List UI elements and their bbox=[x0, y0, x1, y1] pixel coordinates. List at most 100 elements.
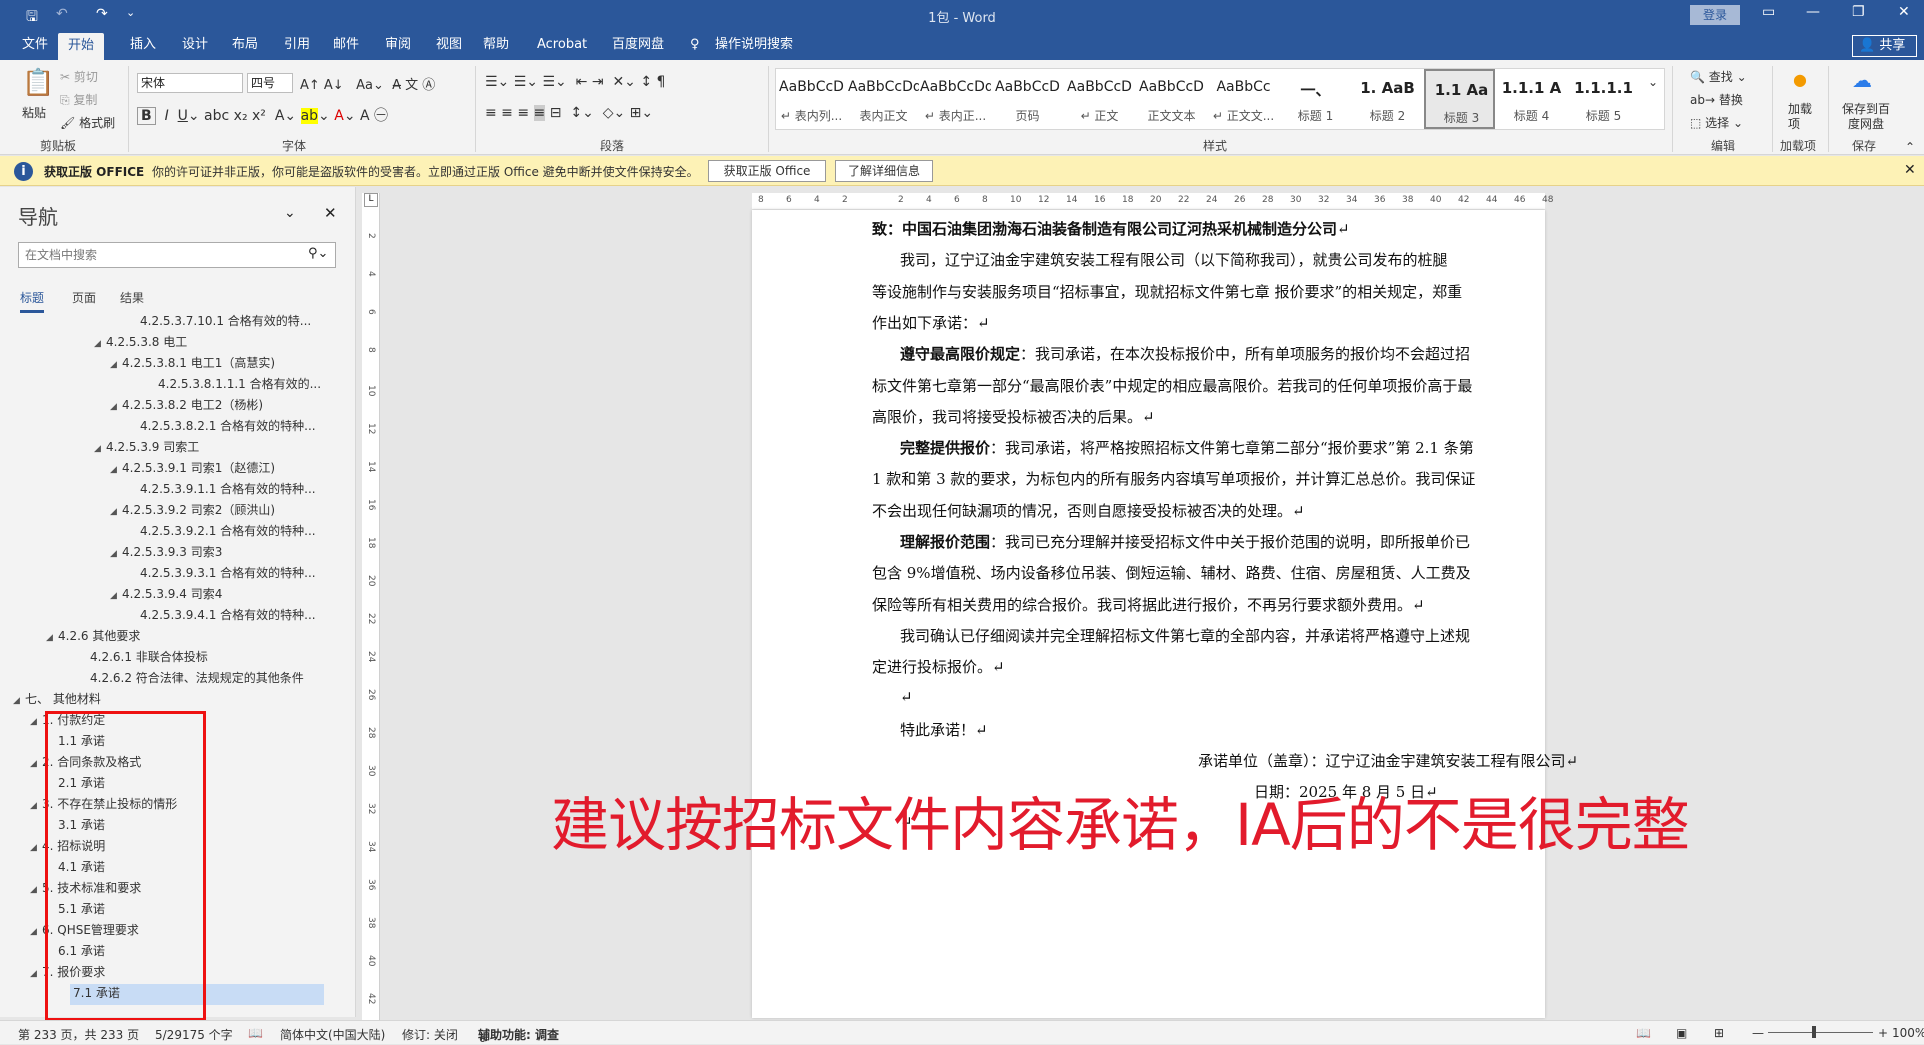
nav-heading-item[interactable]: ◢ 4.2.5.3.9.4 司索4 bbox=[0, 585, 330, 606]
style-item[interactable]: AaBbCcDd 表内正文 bbox=[848, 69, 919, 129]
save-to-baidu-button[interactable]: 保存到百度网盘 bbox=[1838, 102, 1894, 132]
tell-me-icon[interactable]: ♀ bbox=[690, 30, 700, 60]
nav-options-icon[interactable]: ⌄ bbox=[284, 205, 296, 221]
styles-scroll-icon[interactable]: ⌄ bbox=[1648, 75, 1658, 89]
tab-1[interactable]: 开始 bbox=[58, 33, 105, 60]
style-item[interactable]: AaBbCcD ↵ 正文 bbox=[1064, 69, 1135, 129]
nav-heading-item[interactable]: ◢ 七、 其他材料 bbox=[0, 690, 330, 711]
expand-icon[interactable]: ◢ bbox=[13, 696, 25, 706]
font-size-box[interactable]: 四号 bbox=[247, 73, 293, 93]
nav-heading-item[interactable]: 4.2.5.3.8.2.1 合格有效的特种... bbox=[0, 417, 330, 438]
expand-icon[interactable]: ◢ bbox=[30, 801, 42, 811]
addins-icon[interactable]: ● bbox=[1793, 70, 1807, 89]
tab-9[interactable]: 帮助 bbox=[483, 30, 509, 60]
nav-heading-item[interactable]: ◢ 4.2.5.3.9.1 司索1（赵德江) bbox=[0, 459, 330, 480]
zoom-slider[interactable] bbox=[1768, 1032, 1873, 1033]
tab-0[interactable]: 文件 bbox=[22, 30, 48, 60]
tab-4[interactable]: 布局 bbox=[232, 30, 258, 60]
font-format-buttons[interactable]: B I U⌄ abc x₂ x² A⌄ ab⌄ A⌄ A ㊀ bbox=[137, 105, 388, 125]
expand-icon[interactable]: ◢ bbox=[110, 591, 122, 601]
tab-5[interactable]: 引用 bbox=[284, 30, 310, 60]
zoom-level[interactable]: 100% bbox=[1892, 1026, 1924, 1040]
share-button[interactable]: 👤 共享 ⌄ bbox=[1852, 35, 1917, 73]
nav-heading-item[interactable]: 4.2.5.3.9.1.1 合格有效的特种... bbox=[0, 480, 330, 501]
replace-button[interactable]: ab→ 替换 bbox=[1690, 91, 1743, 108]
paste-icon[interactable]: 📋 bbox=[22, 68, 54, 98]
tab-6[interactable]: 邮件 bbox=[333, 30, 359, 60]
expand-icon[interactable]: ◢ bbox=[110, 360, 122, 370]
tell-me-search[interactable]: 操作说明搜索 bbox=[715, 30, 793, 60]
copy-button[interactable]: ⎘ 复制 bbox=[60, 91, 97, 108]
document-paragraph-line[interactable]: 承诺单位（盖章）：辽宁辽油金宇建筑安装工程有限公司↵ bbox=[1198, 750, 1578, 771]
tab-2[interactable]: 插入 bbox=[130, 30, 156, 60]
document-paragraph-line[interactable]: 1 款和第 3 款的要求，为标包内的所有服务内容填写单项报价，并计算汇总总价。我… bbox=[872, 468, 1475, 489]
print-layout-icon[interactable]: ▣ bbox=[1676, 1026, 1687, 1040]
nav-heading-item[interactable]: ◢ 4.2.5.3.9.2 司索2（顾洪山) bbox=[0, 501, 330, 522]
style-item[interactable]: AaBbCcD ↵ 表内列... bbox=[776, 69, 847, 129]
close-window-icon[interactable]: ✕ bbox=[1898, 4, 1910, 20]
nav-tab-2[interactable]: 结果 bbox=[120, 289, 144, 306]
proofing-icon[interactable]: 📖 bbox=[248, 1026, 263, 1040]
document-paragraph-line[interactable]: 标文件第七章第一部分“最高限价表”中规定的相应最高限价。若我司的任何单项报价高于… bbox=[872, 375, 1472, 396]
format-painter-button[interactable]: 🖌 格式刷 bbox=[60, 114, 115, 131]
document-paragraph-line[interactable]: 致：中国石油集团渤海石油装备制造有限公司辽河热采机械制造分公司↵ bbox=[872, 218, 1350, 239]
nav-heading-item[interactable]: ◢ 4.2.5.3.8.1 电工1（高慧实) bbox=[0, 354, 330, 375]
collapse-ribbon-icon[interactable]: ⌃ bbox=[1905, 140, 1915, 154]
expand-icon[interactable]: ◢ bbox=[46, 633, 58, 643]
zoom-thumb[interactable] bbox=[1812, 1026, 1816, 1038]
nav-heading-item[interactable]: ◢ 4.2.6 其他要求 bbox=[0, 627, 330, 648]
track-changes[interactable]: 修订: 关闭 bbox=[402, 1026, 458, 1043]
document-paragraph-line[interactable]: 等设施制作与安装服务项目“招标事宜，现就招标文件第七章 报价要求”的相关规定，郑… bbox=[872, 281, 1462, 302]
zoom-in-icon[interactable]: + bbox=[1878, 1026, 1888, 1040]
document-paragraph-line[interactable]: 作出如下承诺：↵ bbox=[872, 312, 990, 333]
expand-icon[interactable]: ◢ bbox=[110, 402, 122, 412]
list-buttons[interactable]: ☰⌄ ☰⌄ ☰⌄ ⇤ ⇥ ✕⌄ ↕ ¶ bbox=[485, 74, 665, 90]
style-item[interactable]: AaBbCcD 页码 bbox=[992, 69, 1063, 129]
document-page[interactable]: 致：中国石油集团渤海石油装备制造有限公司辽河热采机械制造分公司↵ 我司，辽宁辽油金… bbox=[752, 210, 1578, 1018]
nav-heading-item[interactable]: 4.2.6.2 符合法律、法规规定的其他条件 bbox=[0, 669, 330, 690]
style-item[interactable]: AaBbCcD 正文文本 bbox=[1136, 69, 1207, 129]
expand-icon[interactable]: ◢ bbox=[94, 444, 106, 454]
nav-heading-item[interactable]: ◢ 4.2.5.3.9.3 司索3 bbox=[0, 543, 330, 564]
tab-10[interactable]: Acrobat bbox=[537, 30, 587, 60]
nav-heading-item[interactable]: 4.2.5.3.9.2.1 合格有效的特种... bbox=[0, 522, 330, 543]
document-paragraph-line[interactable]: 我司，辽宁辽油金宇建筑安装工程有限公司（以下简称我司），就贵公司发布的桩腿 bbox=[900, 249, 1448, 270]
close-nav-icon[interactable]: ✕ bbox=[324, 204, 337, 222]
expand-icon[interactable]: ◢ bbox=[30, 843, 42, 853]
style-item[interactable]: 1.1 Aa 标题 3 bbox=[1424, 69, 1495, 129]
select-button[interactable]: ⬚ 选择 ⌄ bbox=[1690, 114, 1743, 131]
nav-heading-item[interactable]: 4.2.5.3.8.1.1.1 合格有效的... bbox=[0, 375, 330, 396]
baidu-cloud-icon[interactable]: ☁ bbox=[1852, 68, 1872, 92]
nav-heading-item[interactable]: ◢ 4.2.5.3.9 司索工 bbox=[0, 438, 330, 459]
nav-search-input[interactable]: 在文档中搜索 bbox=[18, 242, 336, 268]
font-size-buttons[interactable]: A↑ A↓ Aa⌄ A̶ 文 Ⓐ bbox=[300, 74, 435, 93]
nav-heading-item[interactable]: 4.2.5.3.7.10.1 合格有效的特... bbox=[0, 312, 330, 333]
document-paragraph-line[interactable]: 高限价，我司将接受投标被否决的后果。↵ bbox=[872, 406, 1155, 427]
align-buttons[interactable]: ≡ ≡ ≡ ≡ ⊟ ↕⌄ ◇⌄ ⊞⌄ bbox=[485, 105, 653, 121]
nav-heading-item[interactable]: ◢ 4.2.5.3.8 电工 bbox=[0, 333, 330, 354]
page-count[interactable]: 第 233 页，共 233 页 bbox=[18, 1026, 139, 1043]
expand-icon[interactable]: ◢ bbox=[30, 759, 42, 769]
document-paragraph-line[interactable]: 我司确认已仔细阅读并完全理解招标文件第七章的全部内容，并承诺将严格遵守上述规 bbox=[900, 625, 1470, 646]
tab-8[interactable]: 视图 bbox=[436, 30, 462, 60]
expand-icon[interactable]: ◢ bbox=[30, 717, 42, 727]
nav-heading-item[interactable]: 4.2.6.1 非联合体投标 bbox=[0, 648, 330, 669]
vertical-ruler[interactable]: 2 4 6 8 10 12 14 16 18 20 22 24 26 28 30 32 34 36 38 40 42 bbox=[362, 193, 380, 1023]
document-paragraph-line[interactable]: 定进行投标报价。↵ bbox=[872, 656, 1005, 677]
style-item[interactable]: 一、 标题 1 bbox=[1280, 69, 1351, 129]
nav-tab-1[interactable]: 页面 bbox=[72, 289, 96, 306]
nav-heading-item[interactable]: 4.2.5.3.9.4.1 合格有效的特种... bbox=[0, 606, 330, 627]
zoom-out-icon[interactable]: — bbox=[1752, 1026, 1764, 1040]
document-paragraph-line[interactable]: 遵守最高限价规定：我司承诺，在本次投标报价中，所有单项服务的报价均不会超过招 bbox=[900, 343, 1470, 364]
word-count[interactable]: 5/29175 个字 bbox=[155, 1026, 233, 1043]
read-mode-icon[interactable]: 📖 bbox=[1636, 1026, 1651, 1040]
document-paragraph-line[interactable]: 包含 9%增值税、场内设备移位吊装、倒短运输、辅材、路费、住宿、房屋租赁、人工费… bbox=[872, 562, 1471, 583]
expand-icon[interactable]: ◢ bbox=[94, 339, 106, 349]
cut-button[interactable]: ✂ 剪切 bbox=[60, 68, 98, 85]
font-name-box[interactable]: 宋体 bbox=[137, 73, 243, 93]
get-genuine-button[interactable]: 获取正版 Office bbox=[708, 160, 826, 182]
style-item[interactable]: 1.1.1 A 标题 4 bbox=[1496, 69, 1567, 129]
expand-icon[interactable]: ◢ bbox=[30, 885, 42, 895]
nav-tab-0[interactable]: 标题 bbox=[20, 289, 45, 313]
close-notice-icon[interactable]: ✕ bbox=[1904, 162, 1916, 178]
